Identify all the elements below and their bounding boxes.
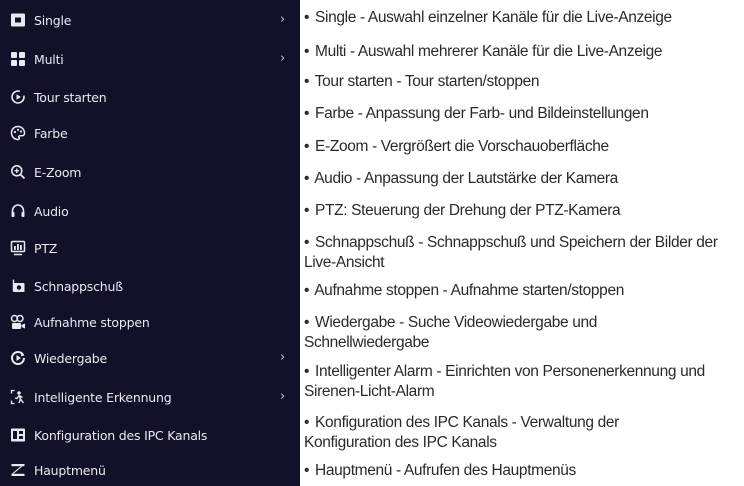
description-e-zoom: • E-Zoom - Vergrößert die Vorschauoberfl… [304,138,609,155]
menu-item-hauptmenue[interactable]: Hauptmenü [0,452,300,486]
multi-view-icon [10,51,26,67]
menu-item-tour-starten[interactable]: Tour starten [0,79,300,115]
description-multi: • Multi - Auswahl mehrerer Kanäle für di… [304,43,663,60]
menu-item-label: Single [34,12,72,28]
single-view-icon [10,12,26,28]
description-intelligenter-alarm: • Intelligenter Alarm - Einrichten von P… [304,363,705,400]
menu-item-konfiguration-ipc[interactable]: Konfiguration des IPC Kanals [0,417,300,453]
menu-item-label: Konfiguration des IPC Kanals [34,427,208,443]
menu-item-farbe[interactable]: Farbe [0,115,300,151]
description-single: • Single - Auswahl einzelner Kanäle für … [304,9,672,26]
menu-item-multi[interactable]: Multi › [0,41,300,77]
menu-item-label: Hauptmenü [34,462,106,478]
person-detect-icon [10,389,26,405]
menu-item-aufnahme-stoppen[interactable]: Aufnahme stoppen [0,304,300,340]
menu-item-wiedergabe[interactable]: Wiedergabe › [0,340,300,376]
description-tour-starten: • Tour starten - Tour starten/stoppen [304,73,540,90]
ipc-config-icon [10,427,26,443]
menu-item-schnappschuss[interactable]: Schnappschuß [0,268,300,304]
chevron-right-icon: › [280,51,286,66]
menu-item-label: Wiedergabe [34,350,108,366]
chevron-right-icon: › [280,350,286,365]
description-ptz: • PTZ: Steuerung der Drehung der PTZ-Kam… [304,202,621,219]
description-hauptmenue: • Hauptmenü - Aufrufen des Hauptmenüs [304,462,576,479]
main-menu-icon [10,462,26,478]
menu-item-label: Aufnahme stoppen [34,314,150,330]
menu-item-label: Intelligente Erkennung [34,389,172,405]
chevron-right-icon: › [280,12,286,27]
menu-item-e-zoom[interactable]: E-Zoom [0,154,300,190]
menu-item-single[interactable]: Single › [0,2,300,38]
menu-item-ptz[interactable]: PTZ [0,230,300,266]
record-icon [10,314,26,330]
tour-icon [10,89,26,105]
ptz-icon [10,240,26,256]
menu-item-audio[interactable]: Audio [0,193,300,229]
playback-icon [10,350,26,366]
description-aufnahme-stoppen: • Aufnahme stoppen - Aufnahme starten/st… [304,282,624,299]
description-schnappschuss: • Schnappschuß - Schnappschuß und Speich… [304,234,718,271]
description-konfiguration-ipc: • Konfiguration des IPC Kanals - Verwalt… [304,414,619,451]
chevron-right-icon: › [280,389,286,404]
menu-item-label: Audio [34,203,69,219]
menu-item-label: Schnappschuß [34,278,123,294]
headphones-icon [10,203,26,219]
snapshot-icon [10,278,26,294]
zoom-icon [10,164,26,180]
description-farbe: • Farbe - Anpassung der Farb- und Bildei… [304,105,649,122]
description-audio: • Audio - Anpassung der Lautstärke der K… [304,170,618,187]
menu-item-intelligente-erkennung[interactable]: Intelligente Erkennung › [0,379,300,415]
description-wiedergabe: • Wiedergabe - Suche Videowiedergabe und… [304,314,598,351]
menu-item-label: E-Zoom [34,164,82,180]
menu-item-label: Farbe [34,125,68,141]
menu-item-label: Tour starten [34,89,107,105]
menu-item-label: PTZ [34,240,58,256]
menu-item-label: Multi [34,51,64,67]
context-menu: Single › Multi › Tour starten Farbe E-Zo… [0,0,300,486]
color-icon [10,125,26,141]
